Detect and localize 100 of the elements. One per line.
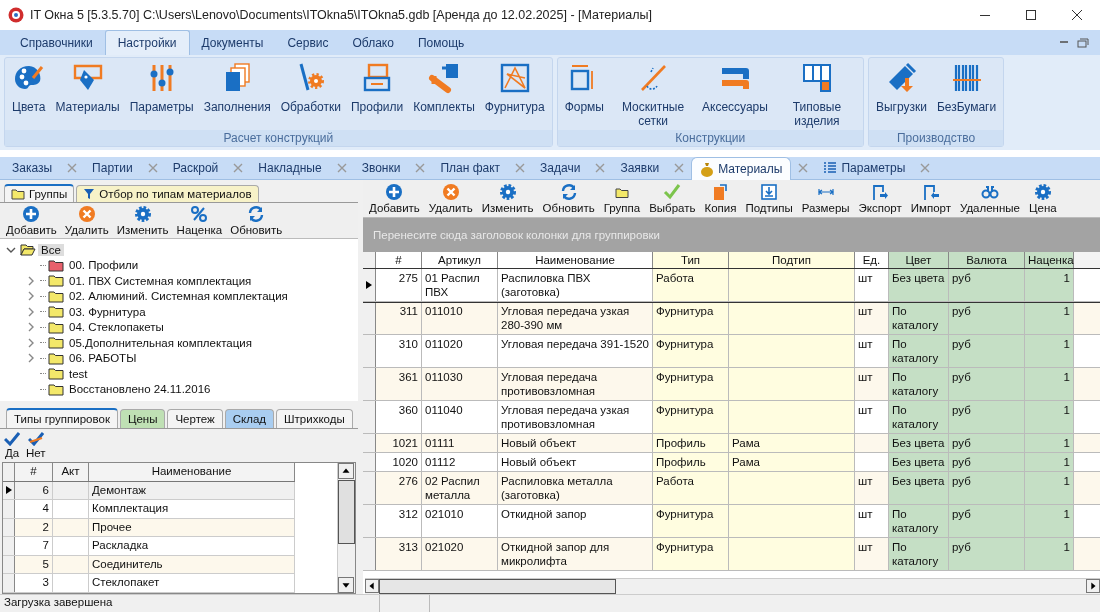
- tree-item[interactable]: Все: [38, 243, 64, 256]
- toolbar-button[interactable]: Копия: [702, 183, 739, 214]
- toolbar-button[interactable]: Обновить: [228, 205, 285, 236]
- ribbon-button[interactable]: Обработки: [275, 62, 346, 114]
- column-header[interactable]: Валюта: [949, 252, 1025, 268]
- tree-item[interactable]: 01. ПВХ Системная комплектация: [66, 274, 255, 287]
- toolbar-button[interactable]: Цена: [1027, 183, 1059, 214]
- ribbon-button[interactable]: Типовые изделия: [772, 62, 861, 128]
- ribbon-button[interactable]: Материалы: [50, 62, 125, 114]
- menu-tab[interactable]: Справочники: [8, 31, 105, 55]
- table-cell: руб: [949, 335, 1025, 367]
- tree-item[interactable]: 04. Стеклопакеты: [66, 321, 167, 334]
- toolbar-button[interactable]: Удаленные: [958, 183, 1022, 214]
- table-cell: руб: [949, 505, 1025, 537]
- column-header[interactable]: #: [15, 463, 53, 481]
- toolbar-button[interactable]: Удалить: [62, 205, 111, 236]
- table-cell: 4: [15, 500, 53, 518]
- tree-item[interactable]: 03. Фурнитура: [66, 305, 149, 318]
- tree-item[interactable]: test: [66, 367, 91, 380]
- document-tab[interactable]: План факт: [432, 158, 509, 178]
- close-icon: [414, 162, 427, 174]
- table-cell: 01112: [422, 453, 498, 471]
- panel-tab[interactable]: Цены: [119, 409, 166, 428]
- close-icon: [797, 162, 810, 174]
- document-tab[interactable]: Раскрой: [164, 158, 227, 178]
- document-tab[interactable]: Заказы: [4, 158, 61, 178]
- menu-tab[interactable]: Настройки: [104, 30, 190, 55]
- document-tab[interactable]: Материалы: [691, 156, 792, 180]
- toolbar-button[interactable]: Размеры: [799, 183, 852, 214]
- document-tab[interactable]: Партии: [84, 158, 141, 178]
- ribbon-button[interactable]: Формы: [559, 62, 609, 114]
- crossed-checkmark-icon: [27, 432, 44, 446]
- toolbar-button[interactable]: Изменить: [114, 205, 171, 236]
- money-bag-icon: [700, 160, 715, 177]
- tree-item[interactable]: 05.Дополнительная комплектация: [66, 336, 255, 349]
- toolbar-button[interactable]: Наценка: [174, 205, 225, 236]
- tree-item[interactable]: Восстановлено 24.11.2016: [66, 383, 214, 396]
- scrollbar-thumb[interactable]: [379, 579, 616, 594]
- add-icon: [22, 205, 41, 223]
- toolbar-button[interactable]: Импорт: [908, 183, 953, 214]
- toolbar-button[interactable]: Экспорт: [856, 183, 904, 214]
- table-cell: 3: [15, 574, 53, 592]
- column-header[interactable]: Ед.: [855, 252, 889, 268]
- panel-tab[interactable]: Штрихкоды: [276, 409, 353, 428]
- table-cell: 1021: [376, 434, 422, 452]
- panel-tab[interactable]: Группы: [4, 184, 75, 202]
- document-tab[interactable]: Накладные: [250, 158, 330, 178]
- ribbon-button[interactable]: БезБумаги: [931, 62, 1002, 114]
- table-cell: Работа: [653, 269, 729, 301]
- document-tab[interactable]: Звонки: [353, 158, 409, 178]
- column-header[interactable]: Наименование: [89, 463, 295, 481]
- toolbar-button[interactable]: Выбрать: [647, 183, 698, 214]
- window-title: IT Окна 5 [5.3.5.70] C:\Users\Lenovo\Documents\ITOkna5\ITOkna5.gdb [Аренда до 12.02.2025] - [Материалы]: [30, 8, 653, 22]
- ribbon-button[interactable]: Профили: [345, 62, 409, 114]
- menu-tab[interactable]: Облако: [340, 31, 406, 55]
- tree-item[interactable]: 00. Профили: [66, 259, 142, 272]
- toolbar-button[interactable]: Добавить: [4, 205, 59, 236]
- ribbon-button[interactable]: Москитные сетки: [609, 62, 697, 128]
- column-header[interactable]: Акт: [53, 463, 89, 481]
- close-icon: [66, 162, 79, 174]
- ribbon-button[interactable]: Фурнитура: [479, 62, 550, 114]
- ribbon-button[interactable]: Параметры: [124, 62, 199, 114]
- column-header[interactable]: Наименование: [498, 252, 653, 268]
- table-cell: 1: [1025, 401, 1074, 433]
- column-header[interactable]: #: [376, 252, 422, 268]
- document-tab[interactable]: Параметры: [815, 158, 914, 178]
- gear-icon: [1033, 183, 1052, 201]
- tree-item[interactable]: 06. РАБОТЫ: [66, 352, 140, 365]
- toolbar-button[interactable]: Да: [4, 432, 20, 459]
- ribbon-button[interactable]: Комплекты: [408, 62, 480, 114]
- menu-tab[interactable]: Документы: [189, 31, 276, 55]
- document-tab[interactable]: Задачи: [532, 158, 589, 178]
- menu-tab[interactable]: Сервис: [275, 31, 341, 55]
- column-header[interactable]: Цвет: [889, 252, 949, 268]
- list-icon: [823, 161, 838, 175]
- group-label: Конструкции: [557, 130, 863, 146]
- column-header[interactable]: Наценка: [1025, 252, 1074, 268]
- tree-item[interactable]: 02. Алюминий. Системная комплектация: [66, 290, 291, 303]
- toolbar-button[interactable]: Обновить: [540, 183, 597, 214]
- ribbon-button[interactable]: Заполнения: [198, 62, 276, 114]
- panel-tab[interactable]: Склад: [224, 409, 275, 428]
- scrollbar-thumb[interactable]: [338, 480, 355, 544]
- column-header[interactable]: Артикул: [422, 252, 498, 268]
- column-header[interactable]: Подтип: [729, 252, 855, 268]
- toolbar-button[interactable]: Удалить: [426, 183, 475, 214]
- ribbon-button[interactable]: Цвета: [7, 62, 51, 114]
- ribbon-button[interactable]: Выгрузки: [870, 62, 932, 114]
- panel-tab[interactable]: Чертеж: [167, 409, 223, 428]
- column-header[interactable]: Тип: [653, 252, 729, 268]
- ribbon-button[interactable]: Аксессуары: [697, 62, 773, 114]
- toolbar-button[interactable]: Добавить: [367, 183, 422, 214]
- toolbar-button[interactable]: Изменить: [479, 183, 536, 214]
- panel-tab[interactable]: Типы группировок: [6, 408, 118, 428]
- panel-tab[interactable]: Отбор по типам материалов: [76, 185, 259, 202]
- document-tab[interactable]: Заявки: [612, 158, 668, 178]
- toolbar-button[interactable]: Подтипы: [743, 183, 795, 214]
- table-cell: 02 Распил металла: [422, 472, 498, 504]
- menu-tab[interactable]: Помощь: [405, 31, 477, 55]
- toolbar-button[interactable]: Группа: [601, 183, 643, 214]
- toolbar-button[interactable]: Нет: [26, 432, 46, 459]
